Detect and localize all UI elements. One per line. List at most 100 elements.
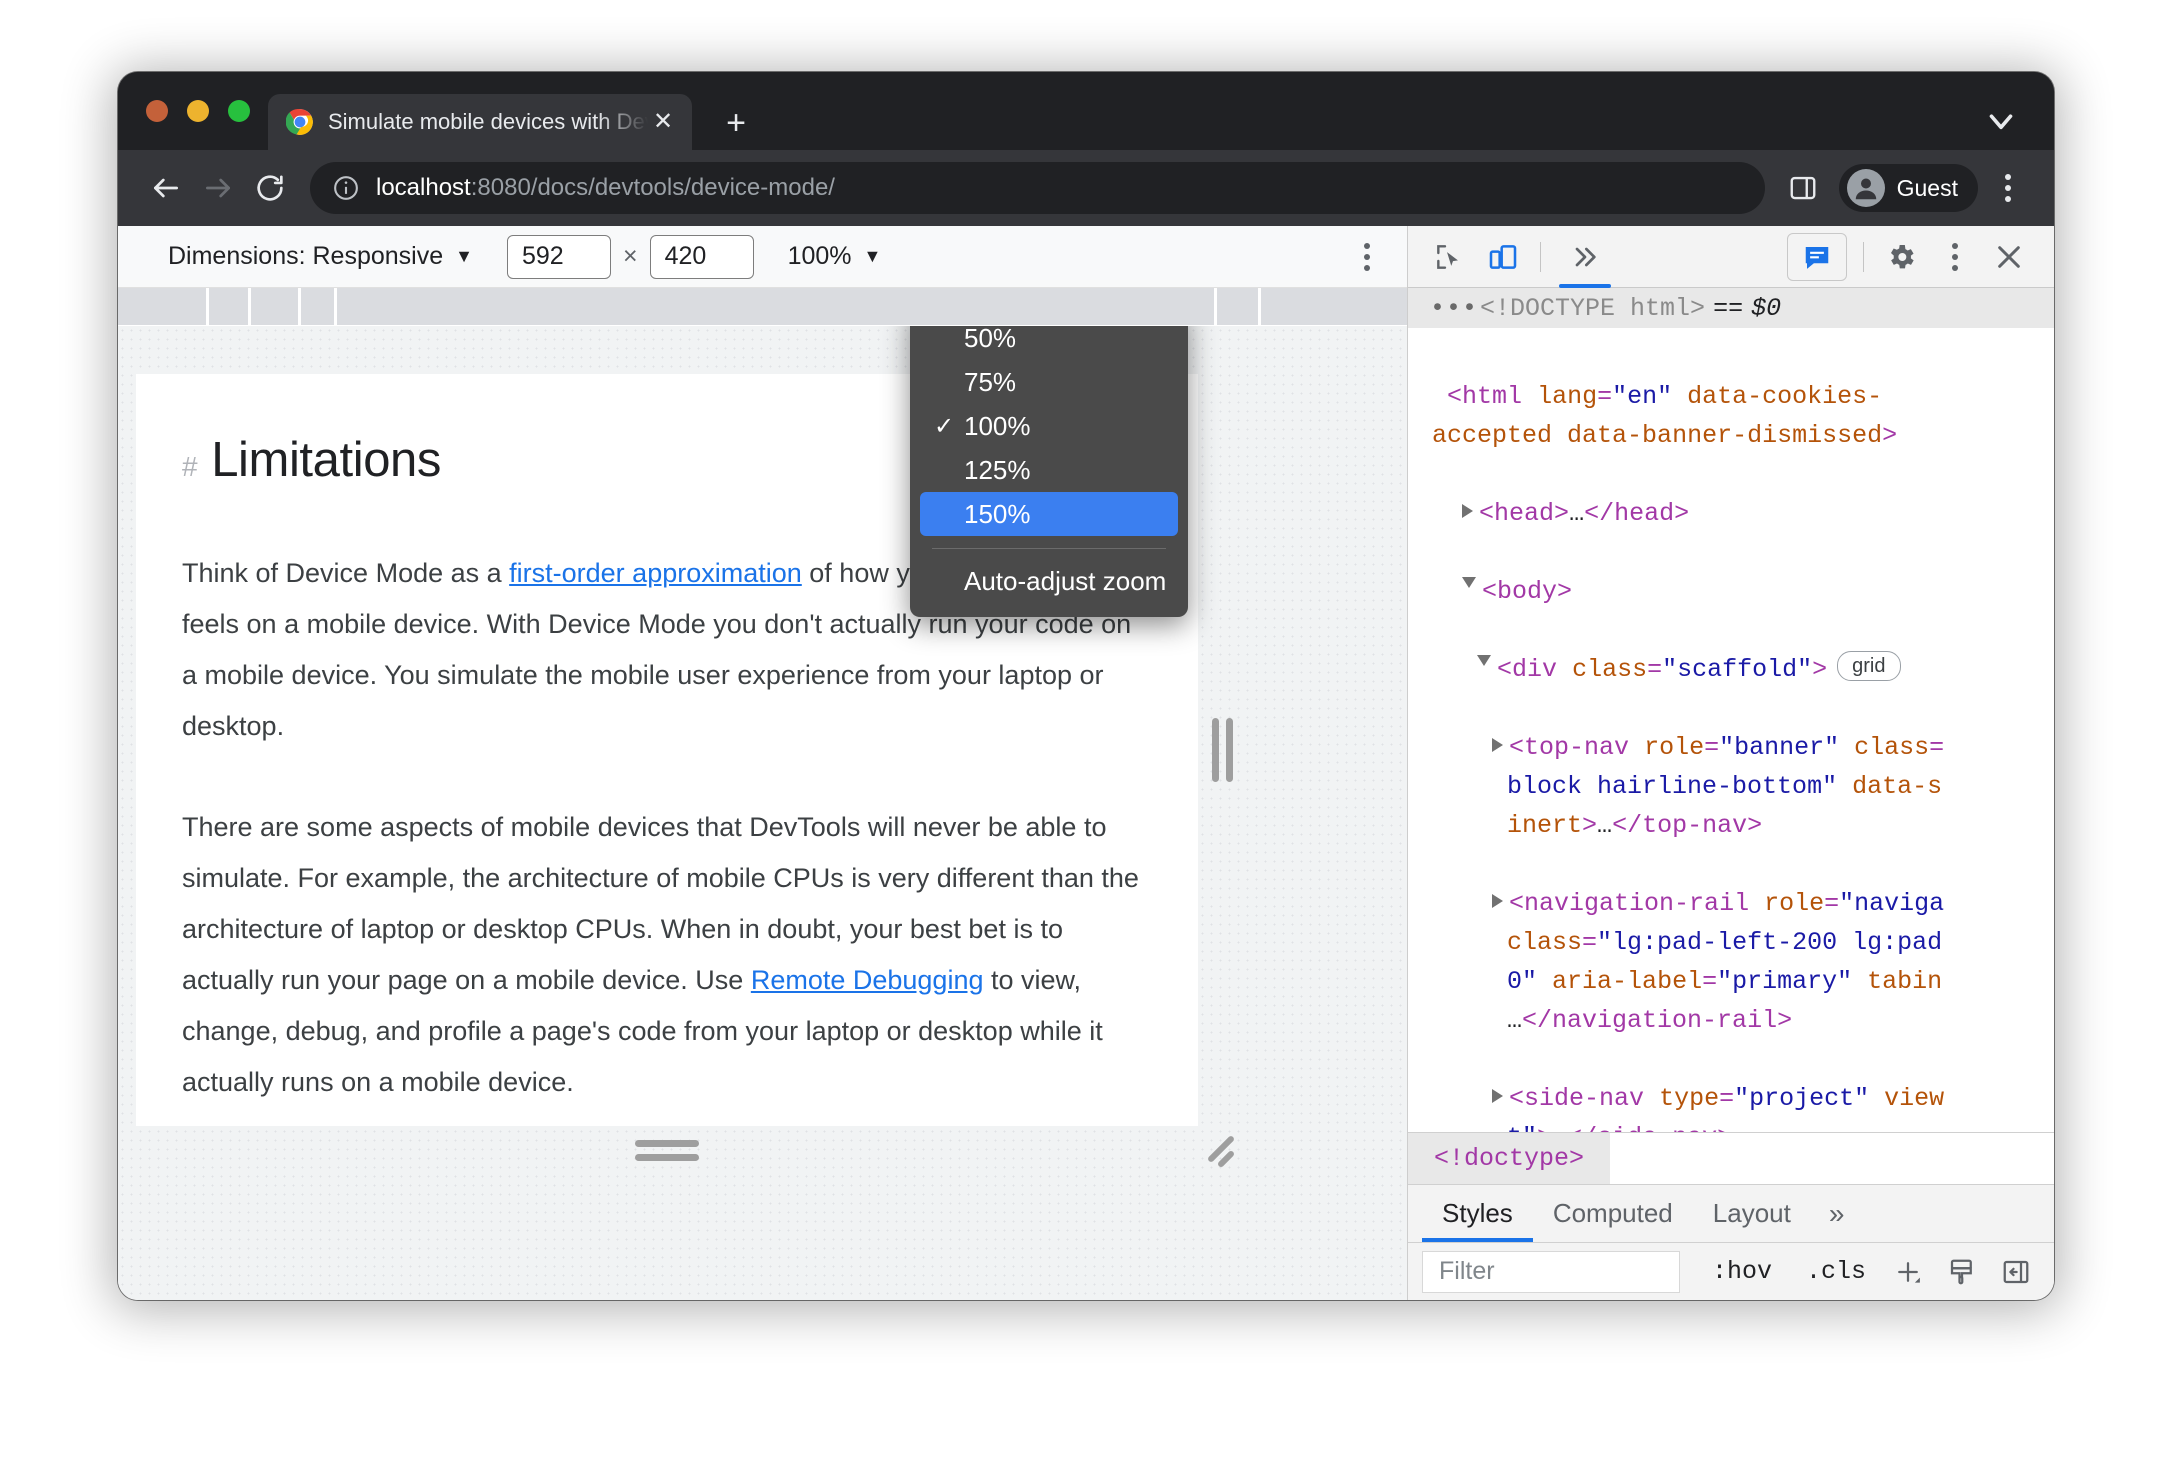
console-selector-label: $0 xyxy=(1751,293,1782,323)
hov-toggle-button[interactable]: :hov xyxy=(1700,1257,1784,1286)
zoom-menu-item-150[interactable]: 150% xyxy=(920,492,1178,536)
cls-toggle-button[interactable]: .cls xyxy=(1794,1257,1878,1286)
zoom-dropdown-menu[interactable]: 50% 75% ✓ 100% 125% 150% Auto-adjust zoo… xyxy=(910,326,1188,617)
paintbrush-icon[interactable] xyxy=(1938,1250,1986,1294)
plus-icon[interactable] xyxy=(1884,1250,1932,1294)
zoom-dropdown[interactable]: 100% ▼ xyxy=(788,242,882,271)
dom-node-top-nav[interactable]: <top-nav role="banner" class= block hair… xyxy=(1432,728,2054,845)
heading-anchor-icon[interactable]: # xyxy=(182,451,198,483)
devtools-toolbar xyxy=(1408,226,2054,288)
viewport-height-input[interactable] xyxy=(649,234,754,279)
devtools-pane: ••• <!DOCTYPE html> == $0 <html lang="en" d… xyxy=(1408,226,2054,1300)
breadcrumb: <!doctype> xyxy=(1408,1132,2054,1184)
menu-separator xyxy=(932,548,1166,549)
doctype-text: <!DOCTYPE html> xyxy=(1480,293,1706,323)
zoom-menu-item-label: Auto-adjust zoom xyxy=(964,565,1167,596)
zoom-menu-item-label: 125% xyxy=(964,454,1031,485)
url-path: :8080/docs/devtools/device-mode/ xyxy=(470,174,835,201)
gear-icon[interactable] xyxy=(1874,233,1928,281)
chevron-down-icon[interactable] xyxy=(1982,102,2020,140)
window-minimize-button[interactable] xyxy=(187,100,209,122)
three-dots-vertical-icon xyxy=(1364,242,1370,271)
address-bar[interactable]: localhost:8080/docs/devtools/device-mode… xyxy=(310,162,1765,214)
viewport-resize-handle-corner[interactable] xyxy=(1204,1130,1240,1170)
device-mode-toolbar: Dimensions: Responsive ▼ × 100% ▼ xyxy=(118,226,1407,288)
side-panel-icon[interactable] xyxy=(1779,164,1827,212)
viewport-resize-handle-bottom[interactable] xyxy=(136,1130,1198,1170)
zoom-menu-item-50[interactable]: 50% xyxy=(920,326,1178,360)
viewport-ruler[interactable] xyxy=(118,288,1407,326)
back-button[interactable] xyxy=(140,162,192,214)
three-dots-vertical-icon xyxy=(2005,174,2011,202)
grid-badge[interactable]: grid xyxy=(1837,651,1901,681)
dimension-separator: × xyxy=(622,242,638,270)
zoom-menu-item-100[interactable]: ✓ 100% xyxy=(920,404,1178,448)
window-traffic-lights xyxy=(146,100,250,122)
browser-window: Simulate mobile devices with DevTools ✕ … xyxy=(118,72,2054,1300)
zoom-menu-item-label: 100% xyxy=(964,410,1031,441)
dom-node-navigation-rail[interactable]: <navigation-rail role="naviga class="lg:… xyxy=(1432,884,2054,1040)
chrome-logo-icon xyxy=(285,108,314,136)
page-paragraph-2: There are some aspects of mobile devices… xyxy=(182,802,1152,1108)
device-toolbar-more-button[interactable] xyxy=(1345,235,1389,279)
tab-styles[interactable]: Styles xyxy=(1422,1185,1533,1242)
info-circle-icon[interactable] xyxy=(332,174,360,202)
page-heading-text: Limitations xyxy=(211,433,441,487)
profile-button[interactable]: Guest xyxy=(1838,164,1978,212)
device-toolbar-icon[interactable] xyxy=(1476,233,1530,281)
close-icon[interactable] xyxy=(1982,233,2036,281)
device-viewport-area: # Limitations Think of Device Mode as a … xyxy=(118,326,1407,1300)
zoom-menu-item-125[interactable]: 125% xyxy=(920,448,1178,492)
browser-toolbar: localhost:8080/docs/devtools/device-mode… xyxy=(118,150,2054,226)
device-dimensions-dropdown[interactable]: Dimensions: Responsive ▼ xyxy=(168,242,473,271)
zoom-menu-item-label: 150% xyxy=(964,498,1031,529)
browser-tab[interactable]: Simulate mobile devices with DevTools ✕ xyxy=(268,94,692,150)
first-order-approximation-link[interactable]: first-order approximation xyxy=(509,558,802,588)
dom-node-side-nav[interactable]: <side-nav type="project" view t">…</side… xyxy=(1432,1079,2054,1132)
zoom-menu-item-75[interactable]: 75% xyxy=(920,360,1178,404)
toolbar-separator xyxy=(1540,241,1541,272)
devtools-sidebar-tabs: Styles Computed Layout » xyxy=(1408,1184,2054,1242)
url-host: localhost xyxy=(376,174,471,201)
chevron-down-icon: ▼ xyxy=(863,246,882,266)
dom-node-scaffold[interactable]: <div class="scaffold"> grid xyxy=(1432,650,2054,689)
reload-button[interactable] xyxy=(244,162,296,214)
window-maximize-button[interactable] xyxy=(228,100,250,122)
para1-text-before: Think of Device Mode as a xyxy=(182,558,510,588)
browser-menu-button[interactable] xyxy=(1984,164,2032,212)
device-dimensions-label: Dimensions: Responsive xyxy=(168,242,444,270)
styles-filter-bar: Filter :hov .cls xyxy=(1408,1242,2054,1300)
double-chevron-right-icon[interactable]: » xyxy=(1811,1185,1863,1242)
device-mode-pane: Dimensions: Responsive ▼ × 100% ▼ xyxy=(118,226,1408,1300)
remote-debugging-link[interactable]: Remote Debugging xyxy=(751,965,984,995)
dom-node-head[interactable]: <head>…</head> xyxy=(1432,494,2054,533)
dom-node-html[interactable]: <html lang="en" data-cookies- accepted d… xyxy=(1432,377,2054,455)
dom-node-body[interactable]: <body> xyxy=(1432,572,2054,611)
styles-filter-input[interactable]: Filter xyxy=(1422,1250,1680,1293)
forward-button[interactable] xyxy=(192,162,244,214)
viewport-width-input[interactable] xyxy=(506,234,611,279)
profile-name-label: Guest xyxy=(1896,174,1958,201)
devtools-more-button[interactable] xyxy=(1928,233,1982,281)
browser-tab-title: Simulate mobile devices with DevTools xyxy=(328,109,648,134)
tab-close-icon[interactable]: ✕ xyxy=(648,107,678,137)
double-chevron-right-icon[interactable] xyxy=(1551,233,1619,288)
new-tab-button[interactable]: + xyxy=(718,106,754,142)
dom-tree[interactable]: <html lang="en" data-cookies- accepted d… xyxy=(1408,328,2054,1132)
breadcrumb-item-doctype[interactable]: <!doctype> xyxy=(1408,1133,1611,1184)
person-icon xyxy=(1846,169,1885,207)
window-close-button[interactable] xyxy=(146,100,168,122)
zoom-menu-item-label: 50% xyxy=(964,326,1017,353)
tab-layout[interactable]: Layout xyxy=(1693,1185,1811,1242)
tab-computed[interactable]: Computed xyxy=(1533,1185,1693,1242)
inspect-cursor-icon[interactable] xyxy=(1422,233,1476,281)
sidebar-toggle-icon[interactable] xyxy=(1992,1250,2040,1294)
zoom-menu-item-label: 75% xyxy=(964,366,1017,397)
node-dots: ••• xyxy=(1430,293,1479,323)
viewport-resize-handle-right[interactable] xyxy=(1204,374,1240,1126)
equals-sign: == xyxy=(1713,293,1744,323)
content-area: Dimensions: Responsive ▼ × 100% ▼ xyxy=(118,226,2054,1300)
zoom-menu-item-auto-adjust[interactable]: Auto-adjust zoom xyxy=(920,559,1178,603)
doctype-node-row[interactable]: ••• <!DOCTYPE html> == $0 xyxy=(1408,288,2054,328)
ai-chat-icon[interactable] xyxy=(1787,232,1847,281)
